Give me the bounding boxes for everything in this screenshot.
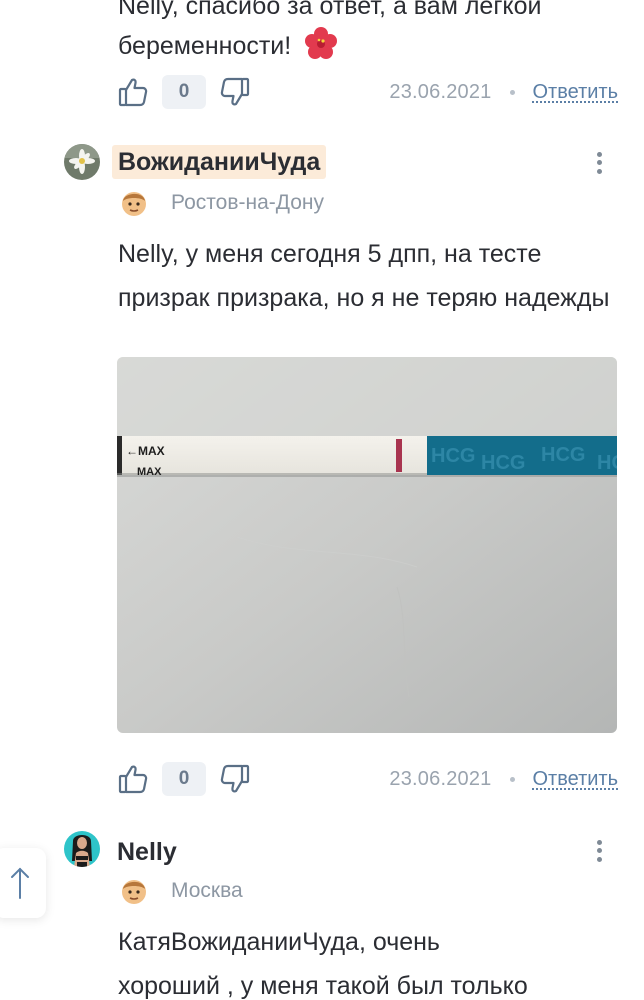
reply-link[interactable]: Ответить (533, 768, 619, 791)
pregnancy-test-photo: HCG HCG HCG HCG ←MAX MAX (117, 357, 617, 733)
more-menu-button[interactable] (589, 834, 609, 868)
comment-text-line: Nelly, спасибо за ответ, а вам легкой (118, 0, 542, 20)
svg-text:HCG: HCG (541, 444, 585, 466)
face-emoji-icon (122, 880, 146, 904)
comment-date: 23.06.2021 (389, 767, 492, 790)
comment-text-top: Nelly, спасибо за ответ, а вам легкой бе… (118, 0, 618, 66)
avatar-image (64, 831, 100, 867)
mention-link[interactable]: КатяВожиданииЧуда (118, 928, 359, 956)
more-icon-dot (596, 839, 602, 845)
like-count: 0 (162, 762, 206, 796)
like-button[interactable] (116, 75, 150, 109)
strip-label: ←MAX (126, 444, 165, 458)
svg-text:HCG: HCG (597, 452, 617, 474)
mention-link[interactable]: Nelly (118, 240, 172, 268)
thumbs-up-icon (118, 765, 148, 794)
comment-date: 23.06.2021 (389, 80, 492, 103)
comment-body: , очень (358, 928, 440, 956)
comment-author[interactable]: ВожиданииЧуда (112, 145, 327, 179)
strip-label: MAX (137, 466, 162, 478)
author-location: Ростов-на-Дону (119, 188, 324, 218)
dislike-button[interactable] (218, 762, 252, 796)
arrow-up-icon (11, 867, 29, 899)
separator-dot (509, 776, 515, 782)
like-button[interactable] (116, 762, 150, 796)
separator-dot (509, 89, 515, 95)
comment-body: , у меня сегодня 5 дпп, на тесте призрак… (118, 240, 610, 312)
thumbs-up-icon (118, 78, 148, 107)
comment-actions: 0 23.06.2021 Ответить (116, 759, 618, 799)
avatar[interactable] (64, 831, 100, 867)
svg-text:HCG: HCG (431, 445, 475, 467)
author-name[interactable]: ВожиданииЧуда (112, 145, 327, 179)
scroll-to-top-button[interactable] (0, 848, 46, 918)
city-label: Ростов-на-Дону (171, 191, 324, 214)
hibiscus-icon (305, 27, 338, 59)
more-icon-dot (596, 848, 602, 854)
thumbs-down-icon (220, 77, 250, 106)
city-label: Москва (171, 879, 243, 902)
more-icon-dot (596, 160, 602, 166)
more-menu-button[interactable] (589, 146, 609, 180)
svg-text:HCG: HCG (481, 452, 525, 474)
attached-photo[interactable]: HCG HCG HCG HCG ←MAX MAX (117, 357, 617, 733)
more-icon-dot (596, 857, 602, 863)
comment-text: КатяВожиданииЧуда, очень хороший , у мен… (118, 920, 628, 1000)
comment-body: хороший , у меня такой был только (118, 972, 528, 1000)
reply-link[interactable]: Ответить (533, 81, 619, 104)
like-count: 0 (162, 75, 206, 109)
author-location: Москва (119, 876, 243, 906)
more-icon-dot (596, 169, 602, 175)
dislike-button[interactable] (218, 75, 252, 109)
avatar-image (64, 144, 100, 180)
comment-actions: 0 23.06.2021 Ответить (116, 72, 618, 112)
author-name[interactable]: Nelly (117, 838, 177, 866)
more-icon-dot (596, 151, 602, 157)
avatar[interactable] (64, 144, 100, 180)
comment-author[interactable]: Nelly (117, 838, 177, 867)
comment-text: Nelly, у меня сегодня 5 дпп, на тесте пр… (118, 232, 618, 320)
thumbs-down-icon (220, 764, 250, 793)
face-emoji-icon (122, 192, 146, 216)
comment-text-line: беременности! (118, 32, 292, 60)
